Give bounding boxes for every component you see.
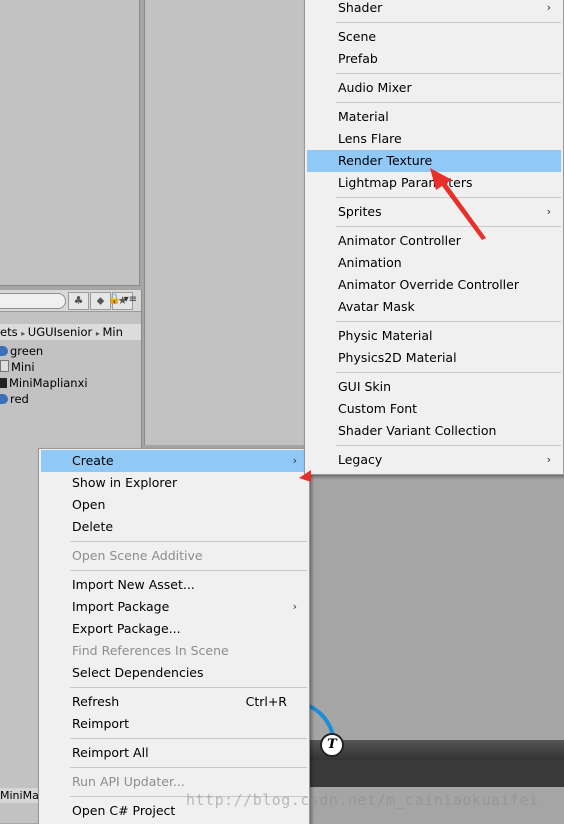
arrow-to-create <box>299 470 311 482</box>
arrow-to-render-texture <box>430 168 486 240</box>
watermark: http://blog.csdn.net/m_cainiaokuaifei <box>186 791 539 809</box>
annotation-arrow-icon <box>299 168 486 482</box>
